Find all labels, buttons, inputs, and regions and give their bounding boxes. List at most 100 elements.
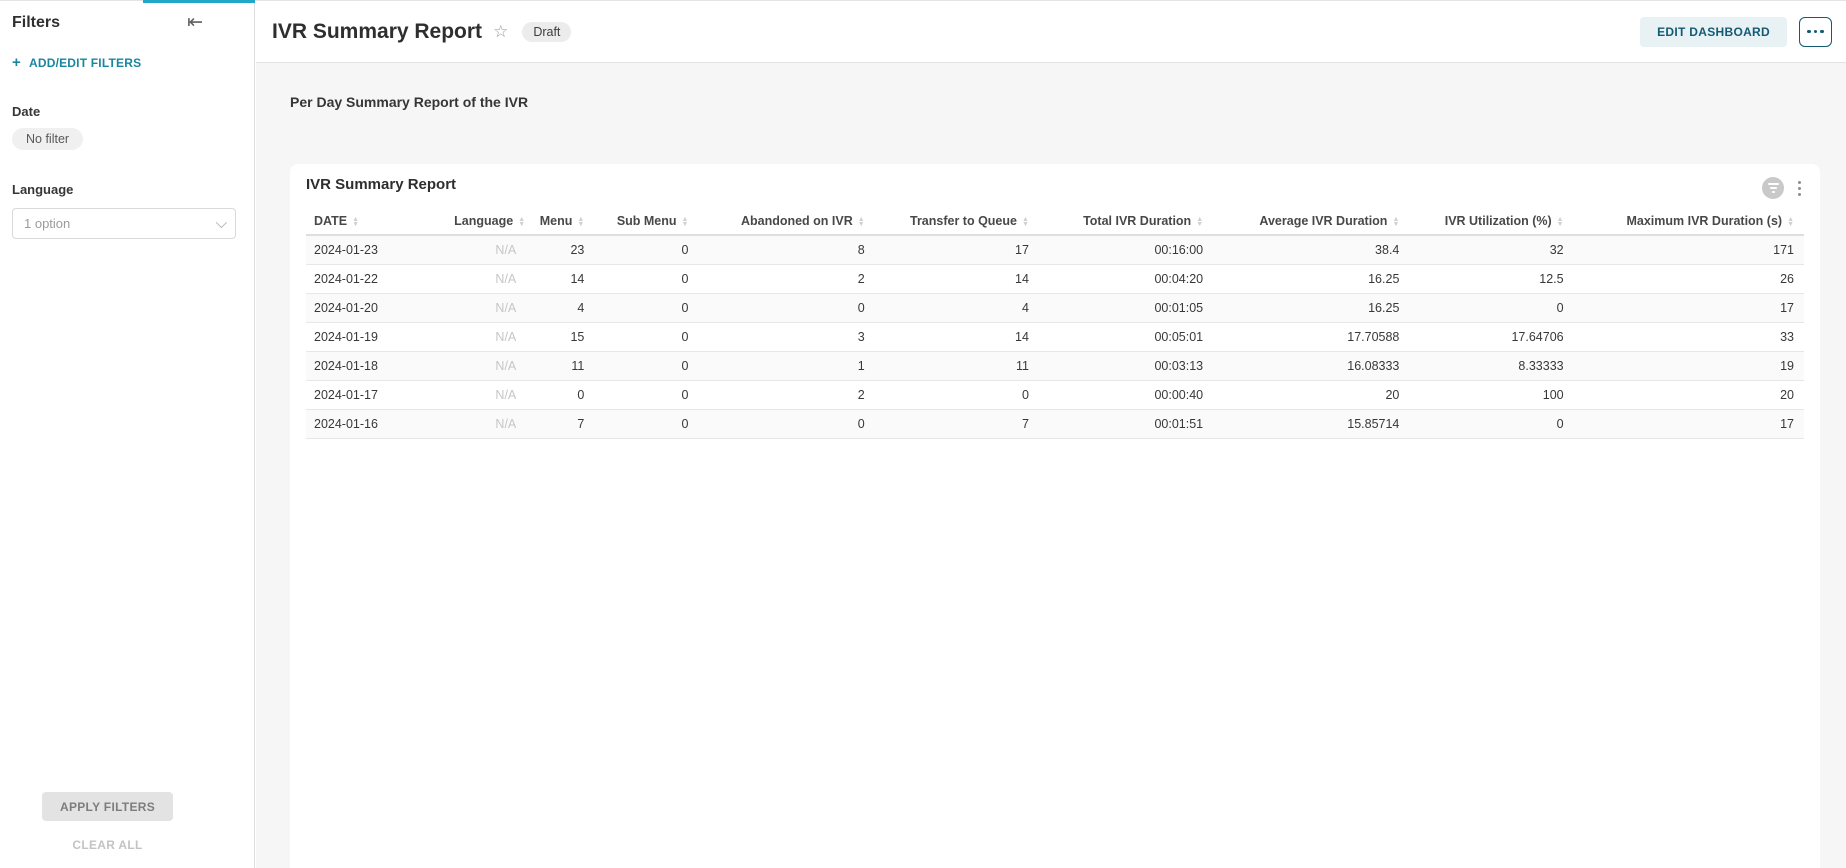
dashboard-menu-button[interactable] — [1799, 17, 1832, 47]
table-cell: 1 — [698, 352, 874, 381]
table-cell: 17 — [1574, 410, 1804, 439]
filter-label-language: Language — [12, 182, 242, 197]
plus-icon: + — [12, 57, 21, 69]
table-cell: 14 — [875, 265, 1039, 294]
main-area: IVR Summary Report ☆ Draft EDIT DASHBOAR… — [256, 1, 1846, 868]
table-cell: 0 — [698, 294, 874, 323]
column-header-transfer-to-queue[interactable]: Transfer to Queue▲▼ — [875, 208, 1039, 235]
table-cell: 0 — [594, 381, 698, 410]
table-cell: 16.08333 — [1213, 352, 1409, 381]
dashboard-header: IVR Summary Report ☆ Draft EDIT DASHBOAR… — [256, 1, 1846, 63]
table-cell: 0 — [698, 410, 874, 439]
clear-all-button[interactable]: CLEAR ALL — [0, 838, 215, 852]
draft-badge: Draft — [522, 22, 571, 42]
table-cell: 00:16:00 — [1039, 235, 1213, 265]
table-cell: 8.33333 — [1409, 352, 1573, 381]
column-header-average-ivr-duration[interactable]: Average IVR Duration▲▼ — [1213, 208, 1409, 235]
table-cell: 32 — [1409, 235, 1573, 265]
table-cell: 15.85714 — [1213, 410, 1409, 439]
column-header-maximum-ivr-duration-s[interactable]: Maximum IVR Duration (s)▲▼ — [1574, 208, 1804, 235]
applied-filters-icon[interactable] — [1762, 177, 1784, 199]
apply-filters-button[interactable]: APPLY FILTERS — [42, 792, 173, 821]
table-cell: N/A — [446, 381, 526, 410]
table-cell: 17.70588 — [1213, 323, 1409, 352]
filters-title: Filters — [12, 14, 60, 32]
table-cell: 0 — [594, 265, 698, 294]
column-header-total-ivr-duration[interactable]: Total IVR Duration▲▼ — [1039, 208, 1213, 235]
column-header-menu[interactable]: Menu▲▼ — [526, 208, 594, 235]
chart-title: IVR Summary Report — [306, 174, 456, 193]
table-cell: 4 — [875, 294, 1039, 323]
table-cell: 7 — [526, 410, 594, 439]
table-cell: 100 — [1409, 381, 1573, 410]
table-cell: 171 — [1574, 235, 1804, 265]
table-cell: 0 — [594, 410, 698, 439]
collapse-filters-icon[interactable]: ⇤ — [187, 14, 203, 32]
table-cell: N/A — [446, 294, 526, 323]
table-cell: N/A — [446, 235, 526, 265]
sort-icon: ▲▼ — [577, 217, 584, 227]
table-cell: 2024-01-16 — [306, 410, 446, 439]
table-cell: 00:04:20 — [1039, 265, 1213, 294]
table-row: 2024-01-19N/A15031400:05:0117.7058817.64… — [306, 323, 1804, 352]
column-header-sub-menu[interactable]: Sub Menu▲▼ — [594, 208, 698, 235]
table-cell: N/A — [446, 352, 526, 381]
table-cell: 17.64706 — [1409, 323, 1573, 352]
column-header-abandoned-on-ivr[interactable]: Abandoned on IVR▲▼ — [698, 208, 874, 235]
table-cell: 00:00:40 — [1039, 381, 1213, 410]
sort-icon: ▲▼ — [1787, 217, 1794, 227]
table-cell: 17 — [1574, 294, 1804, 323]
language-filter-select[interactable]: 1 option — [12, 208, 236, 239]
table-cell: 14 — [875, 323, 1039, 352]
sort-icon: ▲▼ — [1557, 217, 1564, 227]
table-cell: 20 — [1213, 381, 1409, 410]
table-row: 2024-01-18N/A11011100:03:1316.083338.333… — [306, 352, 1804, 381]
table-cell: 00:05:01 — [1039, 323, 1213, 352]
column-header-language[interactable]: Language▲▼ — [446, 208, 526, 235]
add-edit-filters-button[interactable]: + ADD/EDIT FILTERS — [12, 56, 242, 70]
sort-icon: ▲▼ — [518, 217, 525, 227]
table-cell: 3 — [698, 323, 874, 352]
table-cell: 0 — [594, 294, 698, 323]
chart-card: IVR Summary Report DATE▲▼Language▲▼Menu▲… — [290, 164, 1820, 868]
table-cell: 14 — [526, 265, 594, 294]
table-cell: N/A — [446, 410, 526, 439]
sort-icon: ▲▼ — [858, 217, 865, 227]
table-cell: 26 — [1574, 265, 1804, 294]
filter-label-date: Date — [12, 104, 242, 119]
dashboard-title: IVR Summary Report — [272, 20, 482, 44]
table-cell: 2024-01-22 — [306, 265, 446, 294]
table-cell: 2 — [698, 381, 874, 410]
star-icon[interactable]: ☆ — [493, 22, 508, 42]
table-row: 2024-01-23N/A23081700:16:0038.432171 — [306, 235, 1804, 265]
table-cell: 33 — [1574, 323, 1804, 352]
table-cell: 20 — [1574, 381, 1804, 410]
table-row: 2024-01-16N/A700700:01:5115.85714017 — [306, 410, 1804, 439]
table-cell: N/A — [446, 323, 526, 352]
column-header-date[interactable]: DATE▲▼ — [306, 208, 446, 235]
table-cell: 0 — [594, 323, 698, 352]
chart-menu-icon[interactable] — [1795, 180, 1804, 197]
column-header-ivr-utilization[interactable]: IVR Utilization (%)▲▼ — [1409, 208, 1573, 235]
table-cell: 2024-01-17 — [306, 381, 446, 410]
markdown-text: Per Day Summary Report of the IVR — [290, 94, 528, 110]
filters-sidebar: Filters ⇤ + ADD/EDIT FILTERS Date No fil… — [0, 1, 255, 868]
table-body: 2024-01-23N/A23081700:16:0038.4321712024… — [306, 235, 1804, 439]
date-filter-chip[interactable]: No filter — [12, 128, 83, 150]
table-cell: 15 — [526, 323, 594, 352]
table-cell: 00:03:13 — [1039, 352, 1213, 381]
table-cell: 16.25 — [1213, 294, 1409, 323]
table-cell: 0 — [594, 235, 698, 265]
table-cell: 2024-01-18 — [306, 352, 446, 381]
table-cell: 17 — [875, 235, 1039, 265]
edit-dashboard-button[interactable]: EDIT DASHBOARD — [1640, 17, 1787, 47]
table-cell: 38.4 — [1213, 235, 1409, 265]
sort-icon: ▲▼ — [352, 217, 359, 227]
sort-icon: ▲▼ — [682, 217, 689, 227]
chevron-down-icon — [216, 216, 227, 227]
language-select-value: 1 option — [24, 216, 70, 231]
table-cell: 8 — [698, 235, 874, 265]
table-cell: N/A — [446, 265, 526, 294]
table-cell: 0 — [526, 381, 594, 410]
table-cell: 11 — [875, 352, 1039, 381]
